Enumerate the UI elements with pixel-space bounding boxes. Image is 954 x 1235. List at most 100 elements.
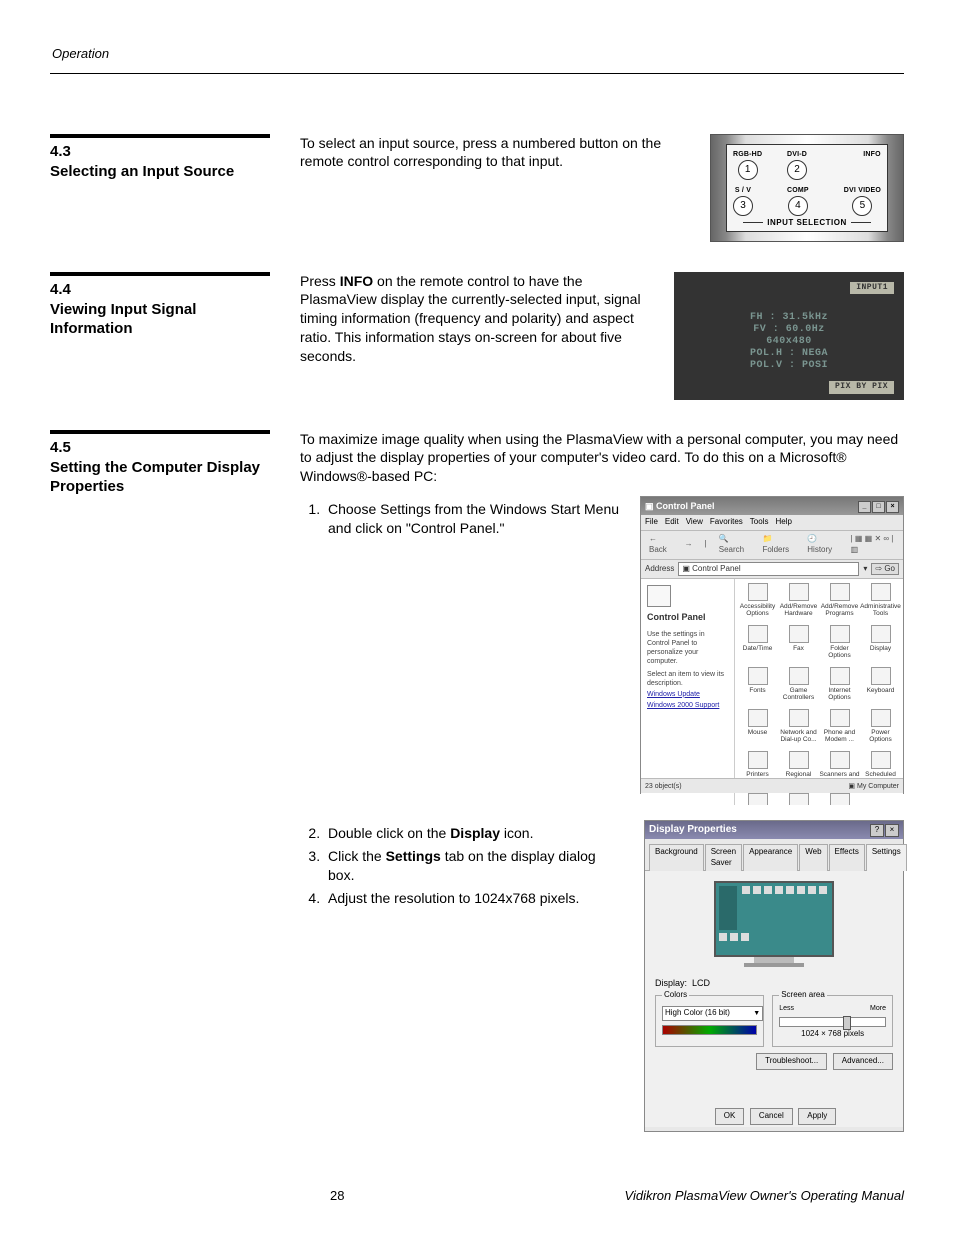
applet-icon — [748, 583, 768, 601]
dp-screenarea-group: Screen area LessMore 1024 × 768 pixels — [772, 995, 893, 1047]
advanced-button[interactable]: Advanced... — [833, 1053, 893, 1070]
cp-addressbar[interactable]: Address ▣ Control Panel ▾ ⇨ Go — [641, 560, 903, 580]
history-button[interactable]: 🕘 History — [803, 533, 842, 557]
color-bar — [662, 1025, 757, 1035]
applet-label: Phone and Modem ... — [819, 729, 860, 743]
applet-label: Administrative Tools — [860, 603, 901, 617]
applet-label: Fonts — [737, 687, 778, 694]
applet-label: Internet Options — [819, 687, 860, 701]
section-title: Selecting an Input Source — [50, 162, 270, 182]
section-body: Press INFO on the remote control to have… — [300, 272, 656, 366]
cp-menubar[interactable]: FileEditViewFavoritesToolsHelp — [641, 515, 903, 531]
applet-icon — [871, 583, 891, 601]
cp-item[interactable]: Add/Remove Hardware — [778, 581, 819, 623]
cp-item[interactable]: Sounds and Multimedia — [737, 791, 778, 805]
applet-icon — [789, 793, 809, 805]
cancel-button[interactable]: Cancel — [750, 1108, 793, 1125]
cp-item[interactable]: Game Controllers — [778, 665, 819, 707]
close-icon[interactable]: × — [885, 824, 899, 837]
applet-icon — [748, 625, 768, 643]
apply-button[interactable]: Apply — [798, 1108, 836, 1125]
section-title: Viewing Input Signal Information — [50, 300, 270, 339]
applet-icon — [748, 793, 768, 805]
applet-icon — [830, 709, 850, 727]
page-footer: 28 Vidikron PlasmaView Owner's Operating… — [50, 1187, 904, 1205]
section-number: 4.3 — [50, 142, 270, 162]
close-icon[interactable]: × — [886, 501, 899, 513]
display-properties-window: Display Properties ?× Background Screen … — [644, 820, 904, 1132]
cp-item[interactable]: Administrative Tools — [860, 581, 901, 623]
step-4: Adjust the resolution to 1024x768 pixels… — [324, 889, 626, 908]
windows-update-link[interactable]: Windows Update — [647, 690, 728, 699]
tab-effects[interactable]: Effects — [829, 844, 865, 871]
cp-item[interactable]: Mouse — [737, 707, 778, 749]
cp-item[interactable]: Phone and Modem ... — [819, 707, 860, 749]
applet-label: Fax — [778, 645, 819, 652]
folders-button[interactable]: 📁 Folders — [758, 533, 799, 557]
cp-titlebar[interactable]: ▣ Control Panel _□× — [641, 497, 903, 515]
maximize-icon[interactable]: □ — [872, 501, 885, 513]
cp-item[interactable]: Internet Options — [819, 665, 860, 707]
remote-btn-2: DVI-D2 — [787, 151, 807, 180]
dp-colors-group: Colors High Color (16 bit)▼ — [655, 995, 764, 1047]
cp-item[interactable]: Folder Options — [819, 623, 860, 665]
dp-titlebar[interactable]: Display Properties ?× — [645, 821, 903, 839]
remote-btn-info: INFO — [863, 151, 881, 178]
cp-toolbar[interactable]: ← Back →| 🔍 Search 📁 Folders 🕘 History |… — [641, 531, 903, 560]
cp-item[interactable]: Power Options — [860, 707, 901, 749]
applet-label: Add/Remove Hardware — [778, 603, 819, 617]
go-button[interactable]: ⇨ Go — [871, 563, 899, 576]
minimize-icon[interactable]: _ — [858, 501, 871, 513]
applet-icon — [748, 667, 768, 685]
cp-item[interactable]: System — [778, 791, 819, 805]
search-button[interactable]: 🔍 Search — [715, 533, 755, 557]
dp-tabs: Background Screen Saver Appearance Web E… — [645, 839, 903, 871]
remote-btn-1: RGB-HD1 — [733, 151, 762, 180]
running-header: Operation — [50, 45, 904, 63]
help-icon[interactable]: ? — [870, 824, 884, 837]
applet-label: Display — [860, 645, 901, 652]
cp-item[interactable]: Keyboard — [860, 665, 901, 707]
cp-item[interactable]: Date/Time — [737, 623, 778, 665]
resolution-slider[interactable] — [779, 1017, 886, 1027]
applet-label: Network and Dial-up Co... — [778, 729, 819, 743]
applet-icon — [748, 751, 768, 769]
cp-item[interactable]: Fax — [778, 623, 819, 665]
tab-background[interactable]: Background — [649, 844, 704, 871]
cp-item[interactable]: Fonts — [737, 665, 778, 707]
resolution-value: 1024 × 768 pixels — [779, 1029, 886, 1040]
applet-icon — [789, 709, 809, 727]
remote-btn-4: COMP4 — [787, 187, 809, 216]
windows-support-link[interactable]: Windows 2000 Support — [647, 701, 728, 710]
section-rule — [50, 430, 270, 434]
applet-icon — [871, 751, 891, 769]
dp-color-select[interactable]: High Color (16 bit)▼ — [662, 1006, 763, 1021]
address-field[interactable]: ▣ Control Panel — [678, 562, 859, 577]
cp-item[interactable]: Users and Passwords — [819, 791, 860, 805]
tab-screensaver[interactable]: Screen Saver — [705, 844, 742, 871]
cp-item[interactable]: Add/Remove Programs — [819, 581, 860, 623]
tab-appearance[interactable]: Appearance — [743, 844, 798, 871]
tab-web[interactable]: Web — [799, 844, 827, 871]
applet-icon — [789, 583, 809, 601]
applet-icon — [871, 667, 891, 685]
section-number: 4.5 — [50, 438, 270, 458]
osd-info-lines: FH : 31.5kHzFV : 60.0Hz640x480POL.H : NE… — [674, 312, 904, 372]
section-intro: To maximize image quality when using the… — [300, 430, 904, 487]
applet-label: Add/Remove Programs — [819, 603, 860, 617]
control-panel-icon — [647, 585, 671, 607]
back-button[interactable]: ← Back — [645, 533, 677, 557]
tab-settings[interactable]: Settings — [866, 844, 907, 871]
cp-item[interactable]: Display — [860, 623, 901, 665]
troubleshoot-button[interactable]: Troubleshoot... — [756, 1053, 827, 1070]
osd-figure: INPUT1 FH : 31.5kHzFV : 60.0Hz640x480POL… — [674, 272, 904, 400]
ok-button[interactable]: OK — [715, 1108, 745, 1125]
applet-icon — [789, 667, 809, 685]
section-number: 4.4 — [50, 280, 270, 300]
section-4-4: 4.4 Viewing Input Signal Information Pre… — [50, 272, 904, 400]
step-2: Double click on the Display icon. — [324, 824, 626, 843]
cp-item[interactable]: Accessibility Options — [737, 581, 778, 623]
cp-item[interactable]: Network and Dial-up Co... — [778, 707, 819, 749]
section-rule — [50, 272, 270, 276]
section-rule — [50, 134, 270, 138]
